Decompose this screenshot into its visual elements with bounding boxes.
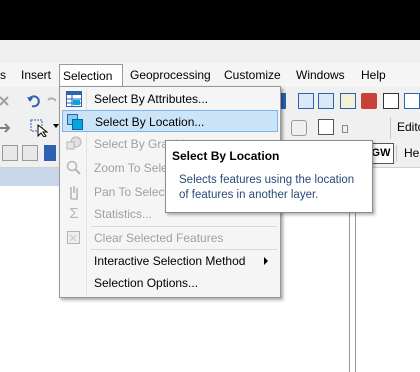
window-titlebar bbox=[0, 0, 420, 40]
select-by-location-item[interactable]: Select By Location... bbox=[62, 110, 278, 132]
arctoolbox-icon[interactable] bbox=[361, 93, 377, 109]
sigma-icon: Σ bbox=[69, 205, 79, 222]
toolbar-options-icon[interactable] bbox=[342, 125, 348, 133]
interactive-selection-method-item[interactable]: Interactive Selection Method bbox=[62, 250, 278, 272]
python-window-icon[interactable] bbox=[383, 93, 399, 109]
menu-item-label: Interactive Selection Method bbox=[94, 254, 246, 268]
redo-icon[interactable] bbox=[46, 93, 57, 109]
menu-bar: s Insert Selection Geoprocessing Customi… bbox=[0, 63, 420, 88]
zoom-to-selected-icon bbox=[66, 160, 82, 176]
tooltip-body: Selects features using the location of f… bbox=[179, 174, 355, 201]
catalog-icon[interactable] bbox=[318, 93, 334, 109]
select-features-icon[interactable] bbox=[30, 119, 52, 138]
menu-selection[interactable]: Selection bbox=[59, 64, 123, 87]
forward-extent-icon[interactable] bbox=[22, 145, 38, 161]
delete-icon[interactable] bbox=[0, 93, 16, 109]
tooltip-title: Select By Location bbox=[172, 149, 280, 163]
menu-file-partial[interactable]: s bbox=[0, 67, 9, 84]
full-extent-icon[interactable] bbox=[44, 145, 56, 161]
table-of-contents-header bbox=[0, 168, 60, 186]
select-by-attributes-item[interactable]: Select By Attributes... bbox=[62, 88, 278, 110]
menu-customize[interactable]: Customize bbox=[221, 67, 284, 84]
tooltip: Select By Location Selects features usin… bbox=[165, 140, 373, 213]
menu-insert[interactable]: Insert bbox=[18, 67, 54, 84]
graphics-select-icon bbox=[66, 136, 82, 152]
menu-item-label: Statistics... bbox=[94, 207, 153, 221]
menu-help[interactable]: Help bbox=[358, 67, 389, 84]
menu-item-label: Clear Selected Features bbox=[94, 231, 224, 245]
back-extent-icon[interactable] bbox=[2, 145, 18, 161]
undo-icon[interactable] bbox=[26, 93, 42, 109]
location-select-icon bbox=[67, 114, 83, 130]
menu-item-label: Pan To Selecte bbox=[94, 185, 175, 199]
table-select-icon bbox=[66, 91, 82, 107]
zoom-window-icon[interactable] bbox=[318, 119, 334, 135]
toolbar-separator bbox=[390, 117, 391, 139]
model-builder-icon[interactable] bbox=[404, 93, 420, 109]
clear-selection-icon bbox=[66, 230, 82, 246]
menu-item-label: Select By Attributes... bbox=[94, 92, 209, 106]
toolbar-separator bbox=[396, 145, 397, 162]
submenu-arrow-icon bbox=[264, 257, 268, 265]
search-window-icon[interactable] bbox=[340, 93, 356, 109]
menu-item-label: Select By Location... bbox=[95, 115, 205, 129]
menu-geoprocessing[interactable]: Geoprocessing bbox=[127, 67, 214, 84]
pan-to-selected-icon bbox=[66, 184, 82, 200]
pan-arrow-icon[interactable] bbox=[0, 120, 12, 136]
editor-toolbar-label[interactable]: Edito bbox=[397, 120, 420, 134]
menu-windows[interactable]: Windows bbox=[293, 67, 348, 84]
clear-selected-features-item[interactable]: Clear Selected Features bbox=[62, 227, 278, 249]
time-slider-icon[interactable] bbox=[291, 120, 307, 136]
menu-item-label: Selection Options... bbox=[94, 276, 199, 290]
table-of-contents-icon[interactable] bbox=[298, 93, 314, 109]
menu-item-label: Zoom To Sele bbox=[94, 161, 168, 175]
selection-options-item[interactable]: Selection Options... bbox=[62, 272, 278, 294]
he-toolbar-label[interactable]: He bbox=[404, 146, 419, 160]
